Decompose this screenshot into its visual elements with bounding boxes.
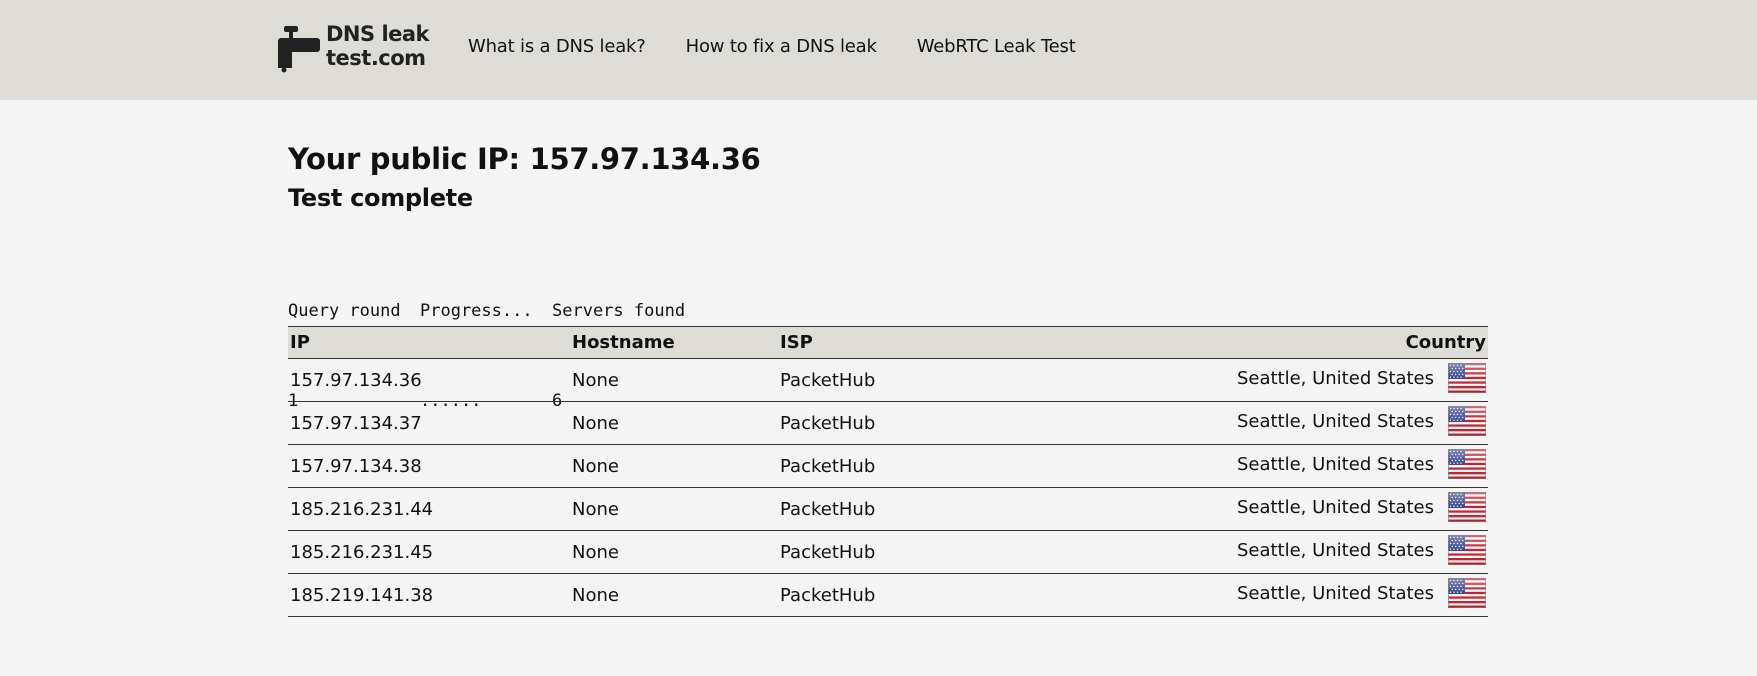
cell-country: Seattle, United States bbox=[1080, 488, 1488, 531]
country-text: Seattle, United States bbox=[1236, 539, 1434, 561]
country-text: Seattle, United States bbox=[1236, 453, 1434, 475]
us-flag-icon bbox=[1448, 492, 1486, 522]
country-text: Seattle, United States bbox=[1236, 496, 1434, 518]
cell-hostname: None bbox=[572, 455, 619, 477]
cell-country: Seattle, United States bbox=[1080, 402, 1488, 445]
cell-isp: PacketHub bbox=[780, 498, 876, 520]
us-flag-icon bbox=[1448, 406, 1486, 436]
cell-country: Seattle, United States bbox=[1080, 531, 1488, 574]
nav-what-is-dns-leak[interactable]: What is a DNS leak? bbox=[468, 36, 646, 57]
cell-isp: PacketHub bbox=[780, 369, 876, 391]
cell-ip: 185.219.141.38 bbox=[290, 584, 434, 606]
us-flag-icon bbox=[1448, 363, 1486, 393]
progress-label: Progress... bbox=[420, 301, 533, 321]
cell-hostname: None bbox=[572, 498, 619, 520]
table-row: 157.97.134.36 None PacketHub Seattle, Un… bbox=[288, 359, 1488, 402]
table-row: 157.97.134.38 None PacketHub Seattle, Un… bbox=[288, 445, 1488, 488]
country-text: Seattle, United States bbox=[1236, 410, 1434, 432]
cell-country: Seattle, United States bbox=[1080, 359, 1488, 402]
table-row: 185.219.141.38 None PacketHub Seattle, U… bbox=[288, 574, 1488, 617]
table-header-row: IP Hostname ISP Country bbox=[288, 326, 1488, 359]
us-flag-icon bbox=[1448, 578, 1486, 608]
servers-found-label: Servers found bbox=[552, 301, 686, 321]
cell-isp: PacketHub bbox=[780, 541, 876, 563]
faucet-icon bbox=[278, 26, 320, 73]
us-flag-icon bbox=[1448, 449, 1486, 479]
dns-servers-table: IP Hostname ISP Country 157.97.134.36 No… bbox=[288, 326, 1488, 617]
cell-ip: 157.97.134.38 bbox=[290, 455, 422, 477]
column-header-isp: ISP bbox=[780, 332, 813, 353]
cell-ip: 185.216.231.44 bbox=[290, 498, 434, 520]
cell-ip: 157.97.134.37 bbox=[290, 412, 422, 434]
country-text: Seattle, United States bbox=[1236, 582, 1434, 604]
column-header-country: Country bbox=[1405, 332, 1486, 353]
logo-line-2: test.com bbox=[326, 46, 426, 70]
logo-line-1: DNS leak bbox=[326, 22, 430, 46]
cell-hostname: None bbox=[572, 584, 619, 606]
progress-header-row: Query round Progress... Servers found bbox=[288, 296, 685, 326]
cell-ip: 185.216.231.45 bbox=[290, 541, 434, 563]
public-ip-heading: Your public IP: 157.97.134.36 bbox=[288, 142, 761, 176]
us-flag-icon bbox=[1448, 535, 1486, 565]
cell-hostname: None bbox=[572, 541, 619, 563]
cell-country: Seattle, United States bbox=[1080, 574, 1488, 617]
column-header-hostname: Hostname bbox=[572, 332, 675, 353]
cell-hostname: None bbox=[572, 369, 619, 391]
cell-isp: PacketHub bbox=[780, 412, 876, 434]
country-text: Seattle, United States bbox=[1236, 367, 1434, 389]
table-body: 157.97.134.36 None PacketHub Seattle, Un… bbox=[288, 359, 1488, 617]
cell-isp: PacketHub bbox=[780, 584, 876, 606]
test-status: Test complete bbox=[288, 184, 473, 212]
cell-isp: PacketHub bbox=[780, 455, 876, 477]
table-row: 185.216.231.45 None PacketHub Seattle, U… bbox=[288, 531, 1488, 574]
main-nav: What is a DNS leak? How to fix a DNS lea… bbox=[468, 36, 1076, 57]
top-navbar: DNS leak test.com What is a DNS leak? Ho… bbox=[0, 0, 1757, 100]
cell-ip: 157.97.134.36 bbox=[290, 369, 422, 391]
table-row: 157.97.134.37 None PacketHub Seattle, Un… bbox=[288, 402, 1488, 445]
cell-country: Seattle, United States bbox=[1080, 445, 1488, 488]
nav-webrtc-leak-test[interactable]: WebRTC Leak Test bbox=[917, 36, 1076, 57]
nav-how-to-fix-dns-leak[interactable]: How to fix a DNS leak bbox=[686, 36, 877, 57]
query-round-label: Query round bbox=[288, 301, 401, 321]
column-header-ip: IP bbox=[290, 332, 310, 353]
cell-hostname: None bbox=[572, 412, 619, 434]
table-row: 185.216.231.44 None PacketHub Seattle, U… bbox=[288, 488, 1488, 531]
site-logo[interactable]: DNS leak test.com bbox=[274, 22, 440, 74]
